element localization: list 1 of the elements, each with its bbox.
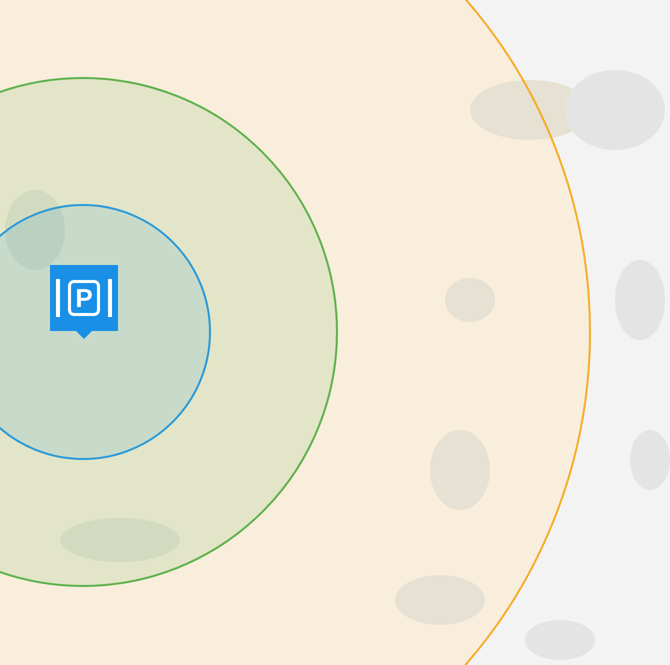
parking-marker[interactable]: P [50,265,118,339]
